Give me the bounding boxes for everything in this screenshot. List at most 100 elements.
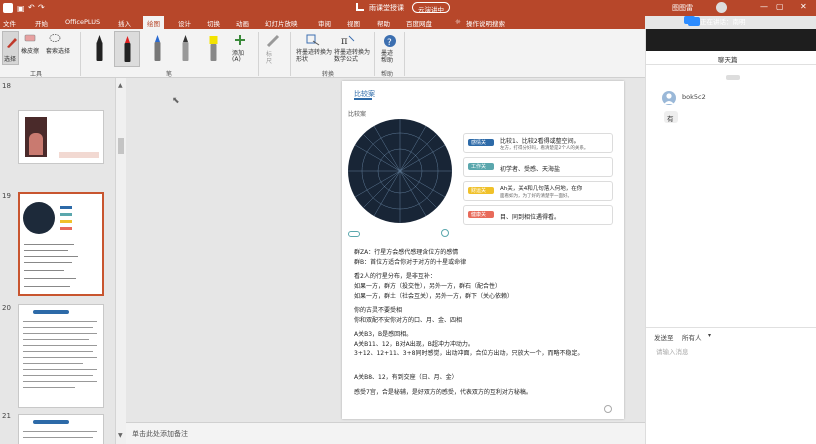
ink-to-shape-icon[interactable] xyxy=(305,33,321,47)
thumbnail-tag xyxy=(60,206,72,209)
tab-review[interactable]: 审阅 xyxy=(318,18,331,28)
thumbnail-text-line xyxy=(23,321,97,322)
body-line: 如果一方，群方（投交性），另外一方，群石（配合性） xyxy=(354,283,502,290)
tab-insert[interactable]: 插入 xyxy=(118,18,131,28)
title-bar: ▣ ↶ ↷ 雨课堂授课 云演讲中 图图雷 — ▢ ✕ xyxy=(0,0,816,16)
tab-baidu[interactable]: 百度网盘 xyxy=(406,18,432,28)
thumbnail-text-line xyxy=(23,431,97,432)
scroll-thumb[interactable] xyxy=(118,138,124,154)
thumbnail-tag xyxy=(60,213,72,216)
ribbon-divider xyxy=(404,32,405,76)
ink-to-math-icon[interactable]: π xyxy=(340,33,356,47)
thumbnail-text-line xyxy=(23,369,97,370)
lecture-title: 雨课堂授课 xyxy=(369,4,404,12)
eraser-label[interactable]: 橡皮擦 xyxy=(21,46,39,55)
thumbnail-text-line xyxy=(23,375,93,376)
tab-draw[interactable]: 绘图 xyxy=(143,16,164,29)
ruler-icon[interactable] xyxy=(266,34,280,48)
send-to-dropdown[interactable]: 所有人 xyxy=(682,332,702,342)
thumbnail-slide-18[interactable] xyxy=(18,110,104,164)
close-icon[interactable]: ✕ xyxy=(800,2,807,11)
save-icon[interactable]: ▣ xyxy=(17,4,25,13)
scroll-up-icon[interactable]: ▲ xyxy=(118,82,124,89)
broadcast-status[interactable]: 云演讲中 xyxy=(412,2,450,14)
pen-red-selected[interactable] xyxy=(114,31,140,67)
add-pen-shortcut: (A) xyxy=(232,56,241,63)
ribbon-divider xyxy=(258,32,259,76)
highlighter-icon[interactable] xyxy=(208,33,219,63)
ink-to-shape-label[interactable]: 将墨迹转换为形状 xyxy=(296,49,332,63)
select-button[interactable]: 选择 xyxy=(2,31,19,65)
thumbnail-slide-21[interactable] xyxy=(18,414,104,444)
thumbnail-slide-20[interactable] xyxy=(18,304,104,408)
draw-ribbon: 选择 橡皮擦 套索选择 工具 添加 (A) 笔 标尺 将墨迹转换为形状 π 将墨… xyxy=(0,29,645,78)
thumbnail-text-line xyxy=(23,333,97,334)
thumbnail-text-line xyxy=(24,262,72,263)
scroll-down-icon[interactable]: ▼ xyxy=(118,432,124,439)
thumbnail-tag xyxy=(33,420,69,424)
lightbulb-icon: ☼ xyxy=(455,18,461,26)
thumbnail-text-line xyxy=(23,363,83,364)
tab-file[interactable]: 文件 xyxy=(3,18,16,28)
thumbnail-text-line xyxy=(23,339,89,340)
thumbnail-tag xyxy=(60,227,72,230)
tell-me-search[interactable]: 操作说明搜索 xyxy=(466,18,505,28)
thumbnail-scrollbar[interactable]: ▲ ▼ xyxy=(115,78,126,444)
pencil-icon[interactable] xyxy=(180,33,191,63)
tab-home[interactable]: 开始 xyxy=(35,18,48,28)
ruler-label[interactable]: 标尺 xyxy=(266,51,276,65)
ink-to-math-label[interactable]: 将墨迹转换为数学公式 xyxy=(334,49,372,63)
thumbnail-text-line xyxy=(23,357,97,358)
slide-19[interactable]: 比较案 比较案 感情关 比较1、比较2看得或整空间。 左方，打得分好吗，看清楚是… xyxy=(342,81,624,419)
body-line: A关B11、12，B对A出现，B超冲力冲动力。 xyxy=(354,341,474,348)
ink-help-label[interactable]: 墨迹帮助 xyxy=(381,50,397,64)
thumbnail-text-line xyxy=(23,351,93,352)
tab-slideshow[interactable]: 幻灯片放映 xyxy=(265,18,298,28)
slide-thumbnails-pane: 18 19 20 21 xyxy=(0,78,115,444)
callout-text-3: Ah关，关4和几句落入何地，在你 xyxy=(500,186,583,192)
undo-icon[interactable]: ↶ xyxy=(28,3,35,12)
minimize-icon[interactable]: — xyxy=(760,2,768,11)
pen-blue-icon[interactable] xyxy=(152,33,163,63)
callout-text-4: 目、同到相位遇得看。 xyxy=(500,214,561,221)
svg-text:?: ? xyxy=(387,38,392,48)
send-to-label: 发送至 xyxy=(654,334,674,342)
help-icon[interactable]: ? xyxy=(383,34,397,48)
notes-pane[interactable]: 单击此处添加备注 xyxy=(126,422,645,444)
thumbnail-text-line xyxy=(24,244,74,245)
notes-placeholder[interactable]: 单击此处添加备注 xyxy=(132,429,188,439)
lasso-icon[interactable] xyxy=(49,33,61,43)
tab-design[interactable]: 设计 xyxy=(178,18,191,28)
tab-view[interactable]: 视图 xyxy=(347,18,360,28)
tab-officeplus[interactable]: OfficePLUS xyxy=(65,18,100,26)
tab-help[interactable]: 帮助 xyxy=(377,18,390,28)
body-line: 群B：首位方适合你对于对方的十星或命律 xyxy=(354,259,467,266)
mouse-cursor-icon: ⬉ xyxy=(172,96,180,106)
pen-black-icon[interactable] xyxy=(94,33,105,63)
callout-1: 感情关 比较1、比较2看得或整空间。 左方，打得分好吗，看清楚是2个人的关系。 xyxy=(463,133,613,153)
slide-number: 20 xyxy=(2,304,11,312)
lasso-label[interactable]: 套索选择 xyxy=(46,46,70,55)
thumbnail-slide-19[interactable] xyxy=(18,192,104,296)
meeting-chat-panel: 正在讲话：南明 聊天篇 bok5c2 有 发送至 所有人 ▾ 请输入消息 xyxy=(645,16,816,444)
thumbnail-text-line xyxy=(23,387,75,388)
pen-red-icon xyxy=(124,36,131,62)
add-pen-icon[interactable] xyxy=(234,34,246,46)
body-line: 看2人的行星分布，是非互补： xyxy=(354,273,436,280)
thumbnail-text-line xyxy=(24,256,78,257)
callout-tag-1: 感情关 xyxy=(468,139,494,146)
thumbnail-text-line xyxy=(23,437,93,438)
avatar[interactable] xyxy=(716,2,727,13)
tab-transitions[interactable]: 切换 xyxy=(207,18,220,28)
chat-input[interactable]: 请输入消息 xyxy=(656,346,689,356)
tab-animations[interactable]: 动画 xyxy=(236,18,249,28)
astrology-wheel xyxy=(348,119,452,223)
callout-tag-4: 健康关 xyxy=(468,211,494,218)
eraser-icon[interactable] xyxy=(24,33,36,43)
help-group-label: 帮助 xyxy=(381,71,394,78)
header-underline xyxy=(354,98,372,100)
convert-group-label: 转换 xyxy=(322,71,335,78)
chevron-down-icon[interactable]: ▾ xyxy=(708,332,711,339)
maximize-icon[interactable]: ▢ xyxy=(776,2,784,11)
redo-icon[interactable]: ↷ xyxy=(38,3,45,12)
